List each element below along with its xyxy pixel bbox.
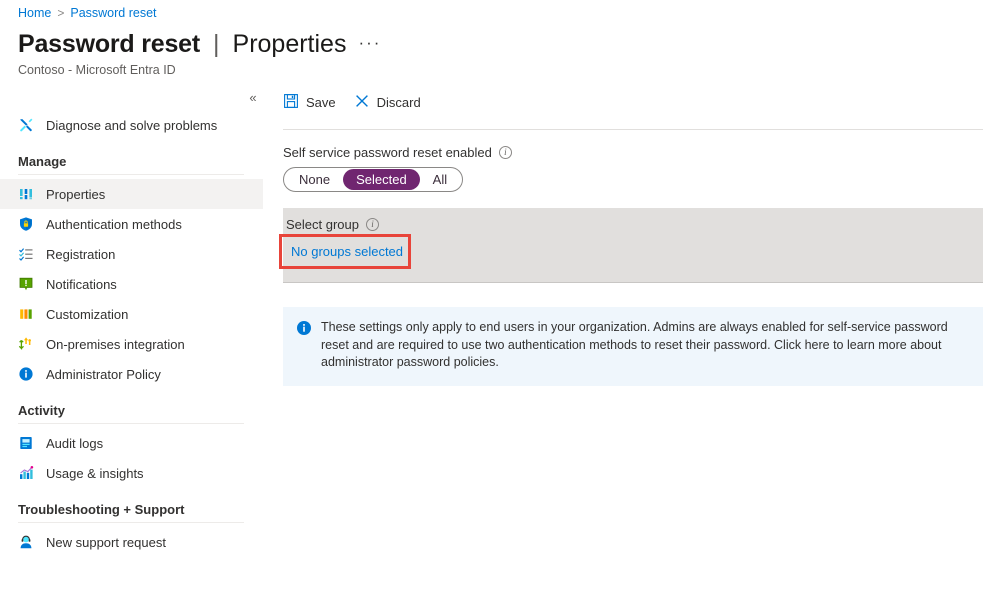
sidebar-item-customization[interactable]: Customization bbox=[0, 299, 263, 329]
info-outline-icon[interactable]: i bbox=[499, 146, 512, 159]
sidebar-divider bbox=[18, 522, 244, 523]
sidebar: Diagnose and solve problems Manage Prope… bbox=[0, 110, 263, 557]
more-options-icon[interactable]: ··· bbox=[358, 33, 381, 53]
properties-bars-icon bbox=[18, 186, 34, 202]
sidebar-item-label: Diagnose and solve problems bbox=[46, 118, 217, 133]
sidebar-group-header-troubleshooting-support: Troubleshooting + Support bbox=[0, 502, 263, 517]
info-outline-icon[interactable]: i bbox=[366, 218, 379, 231]
sidebar-item-label: Notifications bbox=[46, 277, 117, 292]
sidebar-item-on-premises-integration[interactable]: On-premises integration bbox=[0, 329, 263, 359]
support-agent-icon bbox=[18, 534, 34, 550]
info-circle-icon bbox=[18, 366, 34, 382]
page-title-section: Properties bbox=[233, 30, 347, 59]
sidebar-divider bbox=[18, 423, 244, 424]
content-pane: Save Discard Self service password reset… bbox=[283, 88, 983, 386]
sidebar-item-registration[interactable]: Registration bbox=[0, 239, 263, 269]
info-banner: These settings only apply to end users i… bbox=[283, 307, 983, 386]
sidebar-item-label: Properties bbox=[46, 187, 105, 202]
toolbar-divider bbox=[283, 129, 983, 130]
sspr-option-none[interactable]: None bbox=[286, 169, 343, 190]
audit-log-book-icon bbox=[18, 435, 34, 451]
info-banner-text: These settings only apply to end users i… bbox=[321, 319, 969, 372]
section-divider bbox=[283, 282, 983, 283]
breadcrumb: Home > Password reset bbox=[18, 5, 157, 21]
page-title: Password reset | Properties ··· bbox=[18, 30, 381, 59]
sidebar-item-properties[interactable]: Properties bbox=[0, 179, 263, 209]
sidebar-item-label: On-premises integration bbox=[46, 337, 185, 352]
notification-alert-icon bbox=[18, 276, 34, 292]
sidebar-item-notifications[interactable]: Notifications bbox=[0, 269, 263, 299]
select-group-label-row: Select group i bbox=[285, 217, 983, 232]
sidebar-item-label: Usage & insights bbox=[46, 466, 144, 481]
discard-button-label: Discard bbox=[377, 95, 421, 110]
info-filled-icon bbox=[296, 320, 312, 372]
shield-lock-icon bbox=[18, 216, 34, 232]
close-x-icon bbox=[354, 93, 370, 112]
sidebar-item-label: Customization bbox=[46, 307, 128, 322]
sync-arrows-icon bbox=[18, 336, 34, 352]
select-group-link-wrapper: No groups selected bbox=[285, 240, 409, 263]
sidebar-item-usage-and-insights[interactable]: Usage & insights bbox=[0, 458, 263, 488]
sidebar-item-label: Audit logs bbox=[46, 436, 103, 451]
sidebar-item-audit-logs[interactable]: Audit logs bbox=[0, 428, 263, 458]
sspr-enabled-label-row: Self service password reset enabled i bbox=[283, 145, 983, 160]
sspr-enabled-segmented-control[interactable]: None Selected All bbox=[283, 167, 463, 192]
select-group-panel: Select group i No groups selected bbox=[283, 209, 983, 282]
sidebar-group-header-activity: Activity bbox=[0, 403, 263, 418]
command-toolbar: Save Discard bbox=[283, 88, 983, 116]
customization-bars-icon bbox=[18, 306, 34, 322]
page-root: Home > Password reset Password reset | P… bbox=[0, 0, 997, 589]
page-subtitle: Contoso - Microsoft Entra ID bbox=[18, 63, 176, 77]
sidebar-item-label: Administrator Policy bbox=[46, 367, 161, 382]
collapse-sidebar-icon[interactable]: « bbox=[243, 88, 263, 108]
wrench-screwdriver-icon bbox=[18, 117, 34, 133]
save-button-label: Save bbox=[306, 95, 336, 110]
breadcrumb-separator-icon: > bbox=[57, 5, 64, 21]
sidebar-item-new-support-request[interactable]: New support request bbox=[0, 527, 263, 557]
save-button[interactable]: Save bbox=[283, 93, 336, 112]
breadcrumb-item-password-reset[interactable]: Password reset bbox=[70, 5, 156, 21]
no-groups-selected-link[interactable]: No groups selected bbox=[285, 240, 409, 263]
sidebar-item-label: Authentication methods bbox=[46, 217, 182, 232]
sspr-option-selected[interactable]: Selected bbox=[343, 169, 420, 190]
sspr-option-all[interactable]: All bbox=[420, 169, 460, 190]
sidebar-group-header-manage: Manage bbox=[0, 154, 263, 169]
sidebar-item-label: Registration bbox=[46, 247, 115, 262]
sidebar-item-label: New support request bbox=[46, 535, 166, 550]
save-floppy-icon bbox=[283, 93, 299, 112]
page-title-main: Password reset bbox=[18, 30, 200, 59]
sspr-enabled-label: Self service password reset enabled bbox=[283, 145, 492, 160]
discard-button[interactable]: Discard bbox=[354, 93, 421, 112]
page-title-separator: | bbox=[213, 30, 220, 59]
sidebar-item-authentication-methods[interactable]: Authentication methods bbox=[0, 209, 263, 239]
sidebar-item-administrator-policy[interactable]: Administrator Policy bbox=[0, 359, 263, 389]
bar-chart-insights-icon bbox=[18, 465, 34, 481]
sidebar-divider bbox=[18, 174, 244, 175]
breadcrumb-item-home[interactable]: Home bbox=[18, 5, 51, 21]
select-group-label: Select group bbox=[286, 217, 359, 232]
sidebar-item-diagnose-and-solve-problems[interactable]: Diagnose and solve problems bbox=[0, 110, 263, 140]
checklist-icon bbox=[18, 246, 34, 262]
